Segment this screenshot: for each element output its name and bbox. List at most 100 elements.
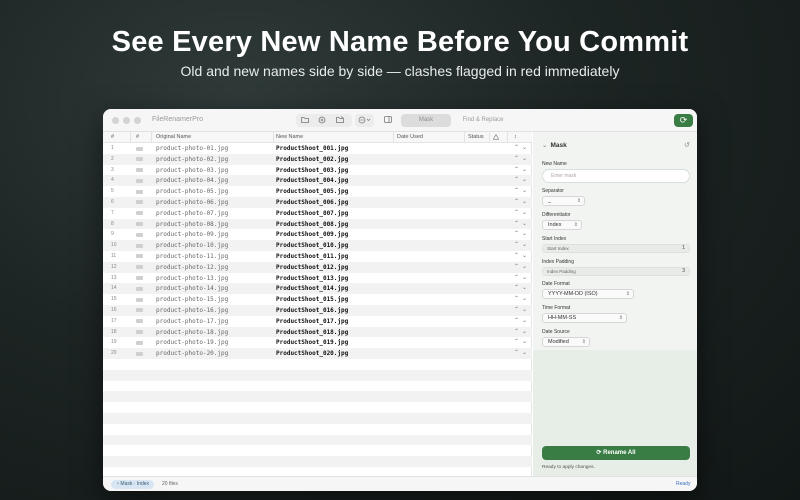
move-up-icon[interactable]: ⌃ [514,230,519,239]
move-down-icon[interactable]: ⌄ [522,317,527,326]
move-down-icon[interactable]: ⌄ [522,176,527,185]
move-down-icon[interactable]: ⌄ [522,209,527,218]
chevron-updown-icon: ⇕ [618,315,623,321]
row-index: 2 [111,155,114,162]
column-header-index[interactable]: # [111,134,114,140]
file-icon [136,340,143,345]
table-row[interactable]: 3 product-photo-03.jpg ProductShoot_003.jp… [103,165,532,176]
sidebar-toggle-icon[interactable] [384,116,392,125]
table-row[interactable]: 6 product-photo-06.jpg ProductShoot_006.jp… [103,196,532,208]
move-down-icon[interactable]: ⌄ [522,198,527,207]
move-down-icon[interactable]: ⌄ [522,220,527,229]
time-format-select[interactable]: HH-MM-SS ⇕ [542,313,627,323]
move-up-icon[interactable]: ⌃ [514,176,519,185]
table-row[interactable]: 10 product-photo-10.jpg ProductShoot_010.j… [103,240,532,251]
move-down-icon[interactable]: ⌄ [522,241,527,250]
table-row[interactable]: 8 product-photo-08.jpg ProductShoot_008.jp… [103,218,532,230]
move-down-icon[interactable]: ⌄ [522,306,527,315]
move-up-icon[interactable]: ⌃ [514,220,519,229]
move-up-icon[interactable]: ⌃ [514,252,519,261]
move-down-icon[interactable]: ⌄ [522,166,527,175]
separator-select[interactable]: _ ⇕ [542,196,585,206]
zoom-window-button[interactable] [134,117,141,124]
rename-all-button[interactable]: ⟳ Rename All [542,446,690,460]
move-down-icon[interactable]: ⌄ [522,295,527,304]
table-row[interactable]: 13 product-photo-13.jpg ProductShoot_013.j… [103,273,532,284]
close-window-button[interactable] [112,117,119,124]
move-up-icon[interactable]: ⌃ [514,155,519,164]
table-row[interactable]: 11 product-photo-11.jpg ProductShoot_011.j… [103,251,532,262]
move-down-icon[interactable]: ⌄ [522,230,527,239]
move-down-icon[interactable]: ⌄ [522,274,527,283]
start-index-stepper[interactable]: Start Index 1 [542,244,690,253]
column-header-new-name[interactable]: New Name [276,134,303,140]
move-down-icon[interactable]: ⌄ [522,284,527,293]
column-header-date-used[interactable]: Date Used [397,134,423,140]
index-padding-stepper[interactable]: Index Padding 3 [542,267,690,276]
column-header-icon[interactable]: # [136,134,139,140]
move-down-icon[interactable]: ⌄ [522,155,527,164]
move-down-icon[interactable]: ⌄ [522,338,527,347]
tab-find-replace[interactable]: Find & Replace [453,114,513,127]
move-up-icon[interactable]: ⌃ [514,295,519,304]
move-up-icon[interactable]: ⌃ [514,317,519,326]
mask-panel: ⌄ Mask ↺ New Name Enter mask Separator _ ⇕… [533,132,697,476]
move-up-icon[interactable]: ⌃ [514,328,519,337]
table-row[interactable]: 18 product-photo-18.jpg ProductShoot_018.j… [103,326,532,338]
folder-icon[interactable] [301,116,309,125]
table-row[interactable]: 4 product-photo-04.jpg ProductShoot_004.jp… [103,175,532,187]
minimize-window-button[interactable] [123,117,130,124]
move-up-icon[interactable]: ⌃ [514,198,519,207]
table-row[interactable]: 1 product-photo-01.jpg ProductShoot_001.jp… [103,143,532,154]
move-up-icon[interactable]: ⌃ [514,241,519,250]
move-up-icon[interactable]: ⌃ [514,274,519,283]
start-index-value: 1 [682,245,685,251]
column-header-status[interactable]: Status [468,134,484,140]
file-count: 20 files [162,481,178,487]
date-source-label: Date Source [542,329,570,335]
table-row[interactable]: 20 product-photo-20.jpg ProductShoot_020.j… [103,348,532,359]
move-up-icon[interactable]: ⌃ [514,166,519,175]
add-icon[interactable] [318,116,326,126]
panel-title[interactable]: ⌄ Mask [542,141,567,149]
date-format-label: Date Format [542,281,570,287]
table-row[interactable]: 7 product-photo-07.jpg ProductShoot_007.jp… [103,208,532,219]
move-down-icon[interactable]: ⌄ [522,187,527,196]
reset-icon[interactable]: ↺ [684,141,690,149]
new-name-input[interactable]: Enter mask [542,169,690,183]
move-down-icon[interactable]: ⌄ [522,144,527,153]
differentiator-select[interactable]: Index ⇕ [542,220,582,230]
table-row[interactable]: 16 product-photo-16.jpg ProductShoot_016.j… [103,304,532,316]
move-up-icon[interactable]: ⌃ [514,338,519,347]
table-row[interactable]: 12 product-photo-12.jpg ProductShoot_012.j… [103,261,532,273]
new-name: ProductShoot_007.jpg [276,209,349,217]
move-up-icon[interactable]: ⌃ [514,263,519,272]
table-row[interactable]: 9 product-photo-09.jpg ProductShoot_009.jp… [103,229,532,240]
date-format-select[interactable]: YYYY-MM-DD (ISO) ⇕ [542,289,634,299]
move-up-icon[interactable]: ⌃ [514,144,519,153]
folder-open-icon[interactable] [336,116,345,125]
move-down-icon[interactable]: ⌄ [522,263,527,272]
move-up-icon[interactable]: ⌃ [514,306,519,315]
warning-icon [492,133,500,142]
table-row[interactable]: 5 product-photo-05.jpg ProductShoot_005.jp… [103,186,532,197]
move-down-icon[interactable]: ⌄ [522,252,527,261]
sort-icon[interactable]: ↕ [514,134,517,140]
move-up-icon[interactable]: ⌃ [514,349,519,358]
move-up-icon[interactable]: ⌃ [514,187,519,196]
table-row[interactable]: 19 product-photo-19.jpg ProductShoot_019.j… [103,337,532,348]
column-header-original-name[interactable]: Original Name [156,134,191,140]
mode-badge[interactable]: ◔ Mask · Index [111,480,155,489]
date-source-select[interactable]: Modified ⇕ [542,337,590,347]
refresh-button[interactable]: ⟳ [674,114,693,127]
move-up-icon[interactable]: ⌃ [514,284,519,293]
move-down-icon[interactable]: ⌄ [522,349,527,358]
move-up-icon[interactable]: ⌃ [514,209,519,218]
move-down-icon[interactable]: ⌄ [522,328,527,337]
table-row[interactable]: 2 product-photo-02.jpg ProductShoot_002.jp… [103,153,532,165]
table-row[interactable]: 14 product-photo-14.jpg ProductShoot_014.j… [103,283,532,295]
table-row[interactable]: 17 product-photo-17.jpg ProductShoot_017.j… [103,316,532,327]
tab-mask[interactable]: Mask [401,114,451,127]
table-row[interactable]: 15 product-photo-15.jpg ProductShoot_015.j… [103,294,532,305]
chevron-updown-icon: ⇕ [581,339,586,345]
